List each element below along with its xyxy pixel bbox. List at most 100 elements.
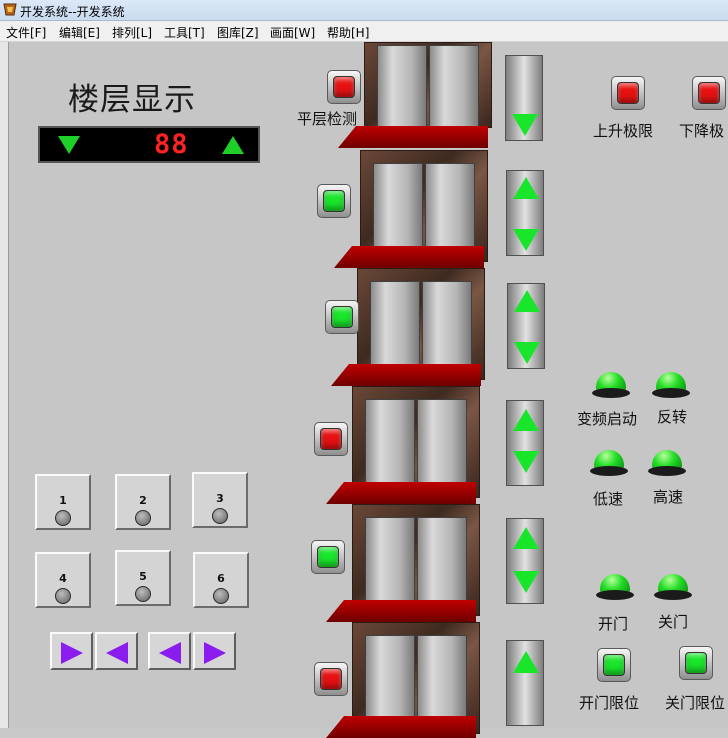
floor-3-down-call-button[interactable] xyxy=(513,451,539,473)
floor-2-sill xyxy=(326,600,476,622)
app-icon xyxy=(3,3,17,16)
floor-4-level-led xyxy=(325,300,359,334)
car-button-6[interactable]: 6 xyxy=(193,552,249,608)
level-detect-label: 平层检测 xyxy=(297,110,358,128)
car-button-lamp xyxy=(213,588,229,604)
floor-4-down-call-button[interactable] xyxy=(514,342,540,364)
floor-1-call-box xyxy=(506,640,544,726)
car-button-lamp xyxy=(55,588,71,604)
floor-5-sill xyxy=(334,246,484,268)
vfd-start-label: 变频启动 xyxy=(577,410,638,428)
door-open-lamp xyxy=(596,574,634,602)
high-speed-lamp xyxy=(648,450,686,478)
car-button-label: 2 xyxy=(139,494,147,507)
door-close-limit-led xyxy=(679,646,713,680)
car-button-lamp xyxy=(212,508,228,524)
car-button-label: 3 xyxy=(216,492,224,505)
reverse-lamp xyxy=(652,372,690,400)
floor-1-level-led xyxy=(314,662,348,696)
floor-5-call-box xyxy=(506,170,544,256)
floor-3-level-led xyxy=(314,422,348,456)
left-door xyxy=(365,635,415,719)
window-title: 开发系统--开发系统 xyxy=(20,5,125,19)
floor-2-level-led xyxy=(311,540,345,574)
close-door-button-left[interactable] xyxy=(148,632,191,670)
car-button-lamp xyxy=(135,510,151,526)
high-speed-label: 高速 xyxy=(653,488,684,506)
floor-display-panel: 88 xyxy=(38,126,260,163)
floor-4-sill xyxy=(331,364,481,386)
left-door xyxy=(373,163,423,247)
car-button-label: 4 xyxy=(59,572,67,585)
car-button-label: 6 xyxy=(217,572,225,585)
car-button-4[interactable]: 4 xyxy=(35,552,91,608)
left-arrow-icon xyxy=(159,642,181,664)
floor-3-call-box xyxy=(506,400,544,486)
door-close-limit-label: 关门限位 xyxy=(665,694,726,712)
floor-1-sill xyxy=(326,716,476,738)
left-arrow-icon xyxy=(106,642,128,664)
floor-2-door-frame xyxy=(352,504,480,616)
floor-3-up-call-button[interactable] xyxy=(513,409,539,431)
car-button-1[interactable]: 1 xyxy=(35,474,91,530)
car-button-2[interactable]: 2 xyxy=(115,474,171,530)
floor-5-level-led xyxy=(317,184,351,218)
open-door-button-right[interactable] xyxy=(50,632,93,670)
floor-number-readout: 88 xyxy=(154,129,189,160)
left-door xyxy=(370,281,420,365)
floor-5-up-call-button[interactable] xyxy=(513,177,539,199)
floor-2-up-call-button[interactable] xyxy=(513,527,539,549)
door-close-lamp xyxy=(654,574,692,602)
floor-4-up-call-button[interactable] xyxy=(514,290,540,312)
left-door xyxy=(377,45,427,127)
door-open-limit-led xyxy=(597,648,631,682)
canvas-left-edge xyxy=(0,42,9,728)
car-button-3[interactable]: 3 xyxy=(192,472,248,528)
reverse-label: 反转 xyxy=(657,408,688,426)
car-button-lamp xyxy=(135,586,151,602)
up-limit-label: 上升极限 xyxy=(593,122,654,140)
floor-6-level-led xyxy=(327,70,361,104)
right-door xyxy=(417,399,467,483)
menu-bar: 文件[F] 编辑[E] 排列[L] 工具[T] 图库[Z] 画面[W] 帮助[H… xyxy=(0,21,728,42)
close-door-button-right[interactable] xyxy=(193,632,236,670)
floor-1-up-call-button[interactable] xyxy=(513,651,539,673)
menu-arrange[interactable]: 排列[L] xyxy=(112,24,152,41)
floor-display-title: 楼层显示 xyxy=(68,82,196,118)
left-door xyxy=(365,517,415,601)
menu-help[interactable]: 帮助[H] xyxy=(327,24,369,41)
floor-4-call-box xyxy=(507,283,545,369)
door-open-limit-label: 开门限位 xyxy=(579,694,640,712)
low-speed-lamp xyxy=(590,450,628,478)
floor-5-door-frame xyxy=(360,150,488,262)
floor-2-down-call-button[interactable] xyxy=(513,571,539,593)
down-arrow-icon xyxy=(58,136,80,154)
open-door-button-left[interactable] xyxy=(95,632,138,670)
menu-tools[interactable]: 工具[T] xyxy=(164,24,205,41)
menu-screen[interactable]: 画面[W] xyxy=(270,24,315,41)
floor-6-door-frame xyxy=(364,42,492,128)
door-open-label: 开门 xyxy=(598,615,629,633)
car-button-label: 5 xyxy=(139,570,147,583)
right-door xyxy=(422,281,472,365)
floor-5-down-call-button[interactable] xyxy=(513,229,539,251)
vfd-start-lamp xyxy=(592,372,630,400)
menu-file[interactable]: 文件[F] xyxy=(6,24,46,41)
floor-2-call-box xyxy=(506,518,544,604)
floor-6-sill xyxy=(338,126,488,148)
right-arrow-icon xyxy=(61,642,83,664)
down-limit-label: 下降极 xyxy=(679,122,725,140)
low-speed-label: 低速 xyxy=(593,490,624,508)
right-door xyxy=(429,45,479,127)
down-limit-led xyxy=(692,76,726,110)
menu-edit[interactable]: 编辑[E] xyxy=(59,24,100,41)
menu-library[interactable]: 图库[Z] xyxy=(217,24,259,41)
right-door xyxy=(417,517,467,601)
floor-3-sill xyxy=(326,482,476,504)
up-limit-led xyxy=(611,76,645,110)
car-button-5[interactable]: 5 xyxy=(115,550,171,606)
car-button-lamp xyxy=(55,510,71,526)
floor-6-down-call-button[interactable] xyxy=(512,114,538,136)
right-arrow-icon xyxy=(204,642,226,664)
floor-6-call-box xyxy=(505,55,543,141)
